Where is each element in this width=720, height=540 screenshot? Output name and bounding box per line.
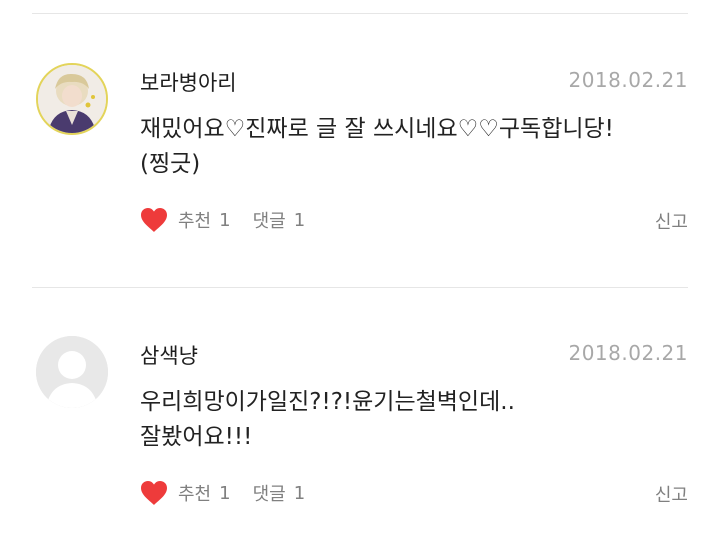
comment-actions: 추천 1 댓글 1 [140,205,305,235]
reply-label: 댓글 [252,211,286,232]
comment-body: 우리희망이가일진?!?!윤기는철벽인데.. 잘봤어요!!! [140,385,680,455]
recommend-count: 1 [219,482,231,504]
comment-actions: 추천 1 댓글 1 [140,478,305,508]
comment-item: 삼색냥 2018.02.21 우리희망이가일진?!?!윤기는철벽인데.. 잘봤어… [0,273,720,523]
comment-body: 재밌어요♡진짜로 글 잘 쓰시네요♡♡구독합니당! (찡긋) [140,112,680,182]
heart-icon [141,481,167,505]
heart-icon [141,208,167,232]
recommend-button[interactable]: 추천 1 [140,207,231,233]
profile-photo-icon [38,65,106,133]
recommend-label: 추천 [178,211,212,232]
comment-line: 우리희망이가일진?!?!윤기는철벽인데.. [140,389,515,415]
comment-item: 보라병아리 2018.02.21 재밌어요♡진짜로 글 잘 쓰시네요♡♡구독합니… [0,0,720,250]
avatar[interactable] [36,336,108,408]
comment-line: (찡긋) [140,151,201,177]
recommend-count: 1 [219,209,231,231]
reply-count: 1 [293,482,306,504]
comment-author[interactable]: 보라병아리 [140,67,237,97]
reply-label: 댓글 [252,484,286,505]
comment-author[interactable]: 삼색냥 [140,340,198,370]
comment-line: 재밌어요♡진짜로 글 잘 쓰시네요♡♡구독합니당! [140,116,614,142]
comment-date: 2018.02.21 [568,341,688,365]
report-button[interactable]: 신고 [655,208,688,234]
recommend-button[interactable]: 추천 1 [140,480,231,506]
comment-line: 잘봤어요!!! [140,424,253,450]
avatar[interactable] [36,63,108,135]
user-silhouette-icon [36,336,108,408]
reply-button[interactable]: 댓글 1 [253,207,306,233]
recommend-label: 추천 [178,484,212,505]
comment-date: 2018.02.21 [568,68,688,92]
report-button[interactable]: 신고 [655,481,688,507]
reply-button[interactable]: 댓글 1 [253,480,306,506]
reply-count: 1 [293,209,306,231]
